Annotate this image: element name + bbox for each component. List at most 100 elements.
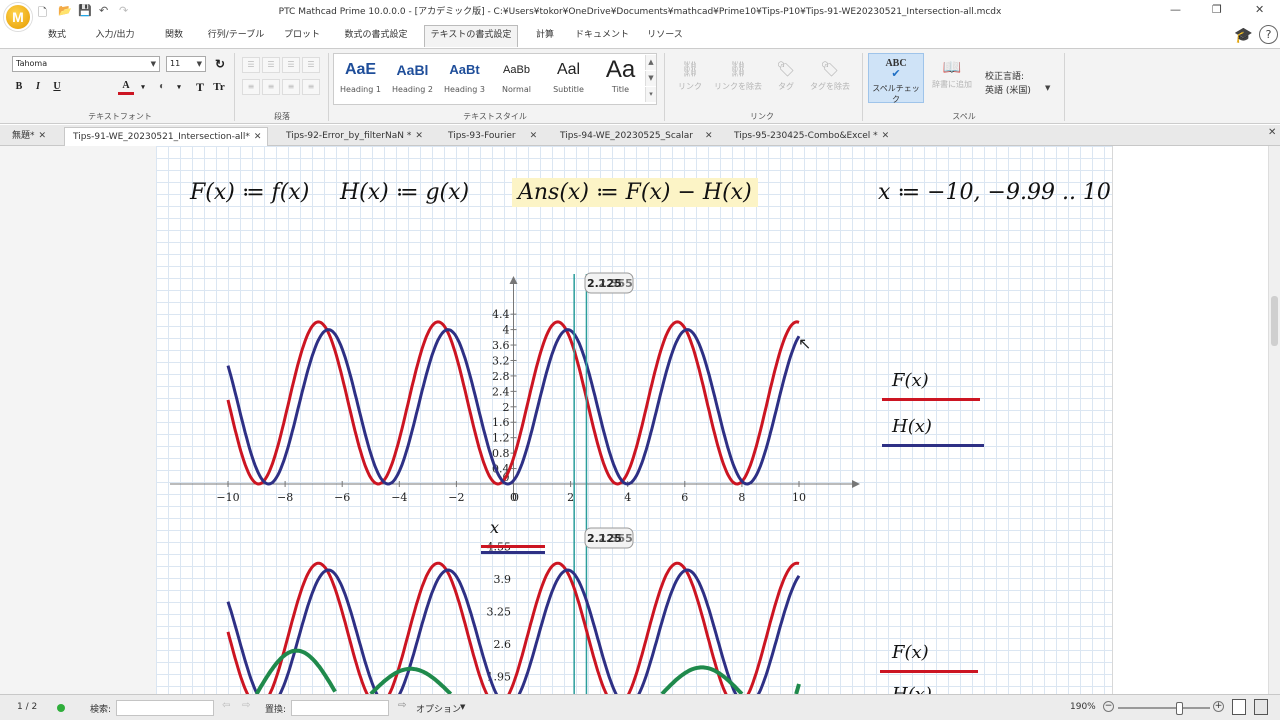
- chevron-down-icon[interactable]: ▾: [138, 79, 148, 95]
- chevron-down-icon[interactable]: ▼: [1045, 84, 1050, 92]
- tab-calculation[interactable]: 計算: [528, 26, 562, 48]
- legend-label-F-2: F(x): [892, 642, 929, 663]
- gallery-up-icon[interactable]: ▲: [645, 55, 656, 70]
- highlight-color-icon[interactable]: ◐: [154, 79, 170, 95]
- close-icon[interactable]: ✕: [1268, 127, 1276, 138]
- worksheet-area[interactable]: F(x) ≔ f(x) H(x) ≔ g(x) Ans(x) ≔ F(x) − …: [0, 146, 1268, 694]
- proofing-language-value[interactable]: 英語 (米国): [985, 83, 1031, 96]
- chevron-down-icon[interactable]: ▼: [460, 703, 465, 711]
- text-style-gallery: AaE Heading 1 AaBl Heading 2 AaBt Headin…: [333, 53, 657, 105]
- doc-tab-label: Tips-94-WE_20230525_Scalar: [560, 131, 693, 141]
- superscript-button[interactable]: T: [192, 79, 208, 95]
- list-style-icon[interactable]: ☰: [282, 57, 300, 73]
- doc-tab-active[interactable]: Tips-91-WE_20230521_Intersection-all* ✕: [64, 127, 268, 146]
- style-normal[interactable]: AaBb Normal: [491, 55, 542, 103]
- y-tick-label: 4: [503, 324, 510, 337]
- tab-resources[interactable]: リソース: [640, 26, 690, 48]
- doc-tab-label: Tips-91-WE_20230521_Intersection-all*: [73, 132, 250, 142]
- bold-button[interactable]: B: [12, 79, 26, 95]
- align-center-icon[interactable]: ≡: [262, 79, 280, 95]
- indent-icon[interactable]: ☰: [302, 57, 320, 73]
- align-right-icon[interactable]: ≡: [282, 79, 300, 95]
- style-heading-3[interactable]: AaBt Heading 3: [439, 55, 490, 103]
- next-icon[interactable]: ⇨: [242, 700, 250, 711]
- help-icon[interactable]: ?: [1259, 25, 1278, 44]
- legend-label-F: F(x): [892, 370, 929, 391]
- font-family-select[interactable]: Tahoma ▼: [12, 56, 160, 72]
- tab-input-output[interactable]: 入力/出力: [88, 26, 142, 48]
- search-input[interactable]: [116, 700, 214, 716]
- restore-icon[interactable]: ❐: [1212, 3, 1222, 16]
- chevron-down-icon[interactable]: ▾: [174, 79, 184, 95]
- tab-text-formatting[interactable]: テキストの書式設定: [424, 25, 518, 47]
- spell-check-button[interactable]: ABC ✔ スペルチェック: [868, 53, 924, 104]
- x-axis-label: x: [490, 518, 500, 537]
- close-icon[interactable]: ✕: [39, 131, 47, 141]
- style-subtitle[interactable]: Aal Subtitle: [543, 55, 594, 103]
- bullet-list-icon[interactable]: ☰: [242, 57, 260, 73]
- doc-tab[interactable]: Tips-94-WE_20230525_Scalar ✕: [552, 127, 720, 146]
- gallery-down-icon[interactable]: ▼: [645, 71, 656, 86]
- graduation-cap-icon[interactable]: 🎓: [1234, 26, 1253, 44]
- page-view-icon[interactable]: [1232, 699, 1246, 715]
- doc-tab-label: Tips-92-Error_by_filterNaN *: [286, 131, 412, 141]
- doc-tab[interactable]: 無題* ✕: [4, 127, 64, 146]
- mathcad-logo[interactable]: M: [4, 3, 32, 31]
- x-tick-label: −10: [216, 491, 239, 504]
- clear-format-icon[interactable]: ↻: [212, 56, 228, 72]
- doc-tab[interactable]: Tips-92-Error_by_filterNaN * ✕: [278, 127, 438, 146]
- options-button[interactable]: オプション: [416, 702, 461, 715]
- tab-functions[interactable]: 関数: [154, 26, 194, 48]
- style-title[interactable]: Aa Title: [595, 55, 646, 103]
- style-name: Heading 3: [444, 85, 485, 94]
- y-tick-label: 1.2: [492, 432, 510, 445]
- align-justify-icon[interactable]: ≡: [302, 79, 320, 95]
- subscript-button[interactable]: Tr: [210, 79, 228, 95]
- tab-math-formatting[interactable]: 数式の書式設定: [336, 26, 416, 48]
- y-tick-label: 3.2: [492, 354, 510, 367]
- tab-matrices-tables[interactable]: 行列/テーブル: [204, 26, 268, 48]
- close-icon[interactable]: ✕: [254, 132, 262, 142]
- numbered-list-icon[interactable]: ☰: [262, 57, 280, 73]
- close-icon[interactable]: ✕: [415, 131, 423, 141]
- doc-tab[interactable]: Tips-95-230425-Combo&Excel * ✕: [726, 127, 902, 146]
- replace-icon[interactable]: ⇨: [398, 700, 406, 711]
- remove-link-button[interactable]: ⛓ リンクを除去: [712, 59, 764, 92]
- vertical-scrollbar[interactable]: [1268, 146, 1280, 694]
- tag-label: タグ: [778, 82, 794, 91]
- ribbon: Tahoma ▼ 11 ▼ ↻ B I U A ▾ ◐ ▾ T Tr テキストフォン…: [0, 48, 1280, 124]
- group-divider: [234, 53, 235, 121]
- align-left-icon[interactable]: ≡: [242, 79, 260, 95]
- remove-tag-button[interactable]: 🏷 タグを除去: [804, 59, 856, 92]
- italic-button[interactable]: I: [31, 79, 45, 95]
- doc-tab[interactable]: Tips-93-Fourier ✕: [440, 127, 552, 146]
- zoom-in-icon[interactable]: +: [1213, 701, 1224, 712]
- style-heading-2[interactable]: AaBl Heading 2: [387, 55, 438, 103]
- close-icon[interactable]: ✕: [882, 131, 890, 141]
- close-icon[interactable]: ✕: [1255, 3, 1264, 16]
- previous-icon[interactable]: ⇦: [222, 700, 230, 711]
- draft-view-icon[interactable]: [1254, 699, 1268, 715]
- gallery-more-icon[interactable]: ▾: [645, 87, 656, 102]
- style-heading-1[interactable]: AaE Heading 1: [335, 55, 386, 103]
- zoom-out-icon[interactable]: −: [1103, 701, 1114, 712]
- underline-button[interactable]: U: [50, 79, 64, 95]
- font-color-button[interactable]: A: [118, 78, 134, 95]
- tab-math[interactable]: 数式: [38, 26, 76, 48]
- font-size-select[interactable]: 11 ▼: [166, 56, 206, 72]
- zoom-slider[interactable]: [1118, 707, 1210, 709]
- zoom-slider-thumb[interactable]: [1176, 702, 1183, 715]
- close-icon[interactable]: ✕: [530, 131, 538, 141]
- tab-plots[interactable]: プロット: [280, 26, 324, 48]
- replace-input[interactable]: [291, 700, 389, 716]
- tab-document[interactable]: ドキュメント: [574, 26, 630, 48]
- x-axis-arrow: [852, 480, 860, 488]
- add-to-dictionary-button[interactable]: 📖 辞書に追加: [926, 57, 978, 90]
- scrollbar-thumb[interactable]: [1271, 296, 1278, 346]
- close-icon[interactable]: ✕: [705, 131, 713, 141]
- link-button[interactable]: ⛓ リンク: [664, 59, 716, 92]
- y-tick-label-chart2: 3.25: [487, 606, 512, 619]
- remove-link-label: リンクを除去: [714, 82, 762, 91]
- plots-canvas[interactable]: −10 −8 −6 −4 −2 0 2 4 6 8 100.40.81.21.622.42.83.2…: [0, 146, 1268, 694]
- minimize-icon[interactable]: —: [1170, 3, 1181, 16]
